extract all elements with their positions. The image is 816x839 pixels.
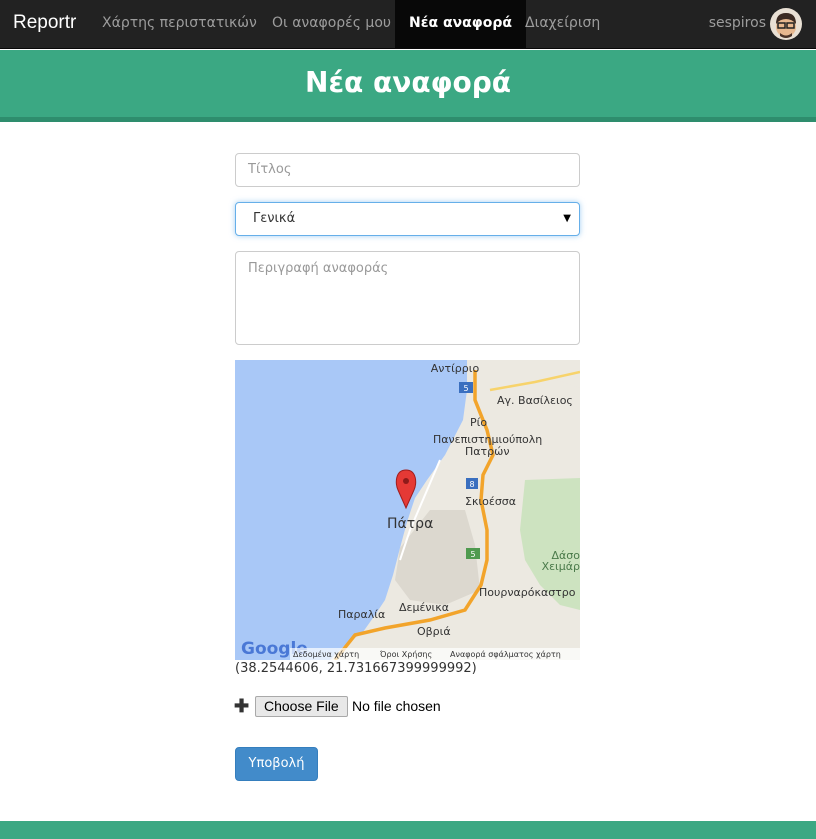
nav-admin[interactable]: Διαχείριση	[511, 0, 614, 49]
nav-incident-map[interactable]: Χάρτης περιστατικών	[88, 0, 271, 49]
map-label-antirrio: Αντίρριο	[431, 362, 480, 375]
map-label-ag-vasileios: Αγ. Βασίλειος	[497, 394, 573, 407]
submit-button[interactable]: Υποβολή	[235, 747, 318, 781]
nav-my-reports[interactable]: Οι αναφορές μου	[258, 0, 405, 49]
location-map[interactable]: 5 8 5 Αντίρριο Αγ. Βασίλειος Ρίο Πανεπισ…	[235, 360, 580, 660]
svg-text:5: 5	[463, 384, 468, 393]
top-navbar: Reportr Χάρτης περιστατικών Οι αναφορές …	[0, 0, 816, 49]
page-banner: Νέα αναφορά	[0, 50, 816, 122]
brand-logo[interactable]: Reportr	[13, 12, 76, 34]
svg-text:8: 8	[469, 480, 474, 489]
map-label-pournarokastro: Πουρναρόκαστρο	[479, 586, 576, 599]
map-label-ovria: Οβριά	[417, 625, 451, 638]
map-label-university-2: Πατρών	[465, 445, 509, 458]
username[interactable]: sespiros	[709, 0, 766, 47]
map-data-link: Δεδομένα χάρτη	[293, 649, 359, 659]
footer-bar	[0, 821, 816, 839]
map-label-demenika: Δεμένικα	[399, 601, 449, 614]
map-terms-link: Όροι Χρήσης	[379, 649, 432, 659]
choose-file-button[interactable]: Choose File	[255, 696, 348, 717]
map-label-patra: Πάτρα	[387, 516, 433, 532]
map-label-rio: Ρίο	[470, 416, 487, 429]
category-select[interactable]: Γενικά ▼	[235, 202, 580, 236]
title-input[interactable]: Τίτλος	[235, 153, 580, 187]
avatar[interactable]	[770, 8, 802, 40]
nav-new-report[interactable]: Νέα αναφορά	[395, 0, 526, 49]
dropdown-caret-icon: ▼	[563, 213, 571, 224]
map-report-error-link: Αναφορά σφάλματος χάρτη	[450, 650, 561, 659]
description-textarea[interactable]: Περιγραφή αναφοράς	[235, 251, 580, 345]
plus-icon: ✚	[234, 696, 250, 716]
category-selected-value: Γενικά	[253, 211, 296, 226]
map-label-dasos-2: Χειμάρ	[542, 560, 580, 573]
svg-text:5: 5	[470, 550, 475, 559]
avatar-face-icon	[776, 13, 796, 38]
page-title: Νέα αναφορά	[305, 66, 511, 99]
map-label-paralia: Παραλία	[338, 608, 385, 621]
map-label-skioessa: Σκιοέσσα	[465, 495, 516, 508]
coordinates-readout: (38.2544606, 21.731667399999992)	[235, 661, 477, 676]
file-status-label: No file chosen	[352, 698, 441, 714]
